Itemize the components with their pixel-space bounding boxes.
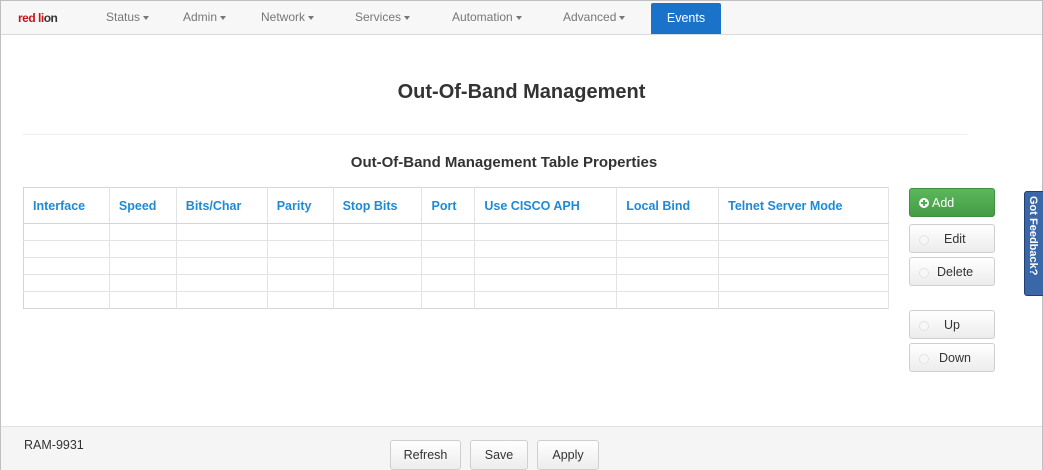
nav-events-label: Events — [666, 11, 706, 25]
nav-automation[interactable]: Automation — [452, 10, 522, 24]
column-header[interactable]: Port — [421, 187, 476, 224]
column-header[interactable]: Use CISCO APH — [474, 187, 618, 224]
nav-services-label: Services — [355, 10, 402, 24]
save-button[interactable]: Save — [470, 440, 528, 470]
top-navbar: red lion Status Admin Network Services A… — [1, 1, 1042, 35]
chevron-down-icon — [308, 15, 315, 20]
chevron-down-icon — [619, 15, 626, 20]
column-header[interactable]: Stop Bits — [333, 187, 423, 224]
table-row[interactable] — [23, 291, 889, 309]
nav-admin[interactable]: Admin — [183, 10, 227, 24]
apply-button[interactable]: Apply — [537, 440, 599, 470]
refresh-button-label: Refresh — [403, 448, 448, 462]
nav-network-label: Network — [261, 10, 306, 24]
column-header[interactable]: Local Bind — [616, 187, 720, 224]
title-divider — [23, 134, 967, 135]
footer-bar: RAM-9931 Refresh Save Apply — [1, 426, 1042, 470]
pencil-icon — [919, 235, 929, 245]
edit-button[interactable]: Edit — [909, 224, 995, 253]
add-button-label: Add — [932, 196, 955, 210]
table-header-row: Interface Speed Bits/Char Parity Stop Bi… — [23, 187, 889, 224]
refresh-button[interactable]: Refresh — [390, 440, 461, 470]
apply-button-label: Apply — [552, 448, 584, 462]
nav-advanced[interactable]: Advanced — [563, 10, 626, 24]
table-row[interactable] — [23, 257, 889, 275]
feedback-label: Got Feedback? — [1027, 196, 1039, 276]
minus-circle-icon — [919, 268, 929, 278]
feedback-tab[interactable]: Got Feedback? — [1024, 191, 1043, 296]
device-model: RAM-9931 — [24, 438, 84, 452]
nav-status-label: Status — [106, 10, 141, 24]
app-window: red lion Status Admin Network Services A… — [0, 0, 1043, 470]
chevron-down-icon — [404, 15, 411, 20]
red-lion-logo[interactable]: red lion — [18, 11, 58, 25]
table-title: Out-Of-Band Management Table Properties — [350, 154, 658, 171]
column-header[interactable]: Telnet Server Mode — [718, 187, 889, 224]
nav-admin-label: Admin — [183, 10, 218, 24]
plus-circle-icon — [919, 198, 929, 208]
add-button[interactable]: Add — [909, 188, 995, 217]
table-row[interactable] — [23, 240, 889, 258]
arrow-up-icon — [919, 321, 929, 331]
column-header[interactable]: Parity — [267, 187, 334, 224]
table-row[interactable] — [23, 274, 889, 292]
down-button[interactable]: Down — [909, 343, 995, 372]
column-header[interactable]: Bits/Char — [176, 187, 268, 224]
delete-button-label: Delete — [937, 265, 974, 279]
column-header[interactable]: Interface — [23, 187, 110, 224]
nav-advanced-label: Advanced — [563, 10, 617, 24]
nav-status[interactable]: Status — [106, 10, 150, 24]
oob-management-table: Interface Speed Bits/Char Parity Stop Bi… — [23, 187, 889, 309]
down-button-label: Down — [939, 351, 971, 365]
chevron-down-icon — [220, 15, 227, 20]
nav-network[interactable]: Network — [261, 10, 315, 24]
up-button-label: Up — [944, 318, 960, 332]
nav-services[interactable]: Services — [355, 10, 411, 24]
arrow-down-icon — [919, 354, 929, 364]
save-button-label: Save — [484, 448, 514, 462]
page-title: Out-Of-Band Management — [397, 81, 646, 103]
nav-automation-label: Automation — [452, 10, 513, 24]
chevron-down-icon — [143, 15, 150, 20]
up-button[interactable]: Up — [909, 310, 995, 339]
table-row[interactable] — [23, 223, 889, 241]
delete-button[interactable]: Delete — [909, 257, 995, 286]
edit-button-label: Edit — [944, 232, 966, 246]
nav-events[interactable]: Events — [651, 3, 721, 34]
chevron-down-icon — [515, 15, 522, 20]
column-header[interactable]: Speed — [109, 187, 177, 224]
